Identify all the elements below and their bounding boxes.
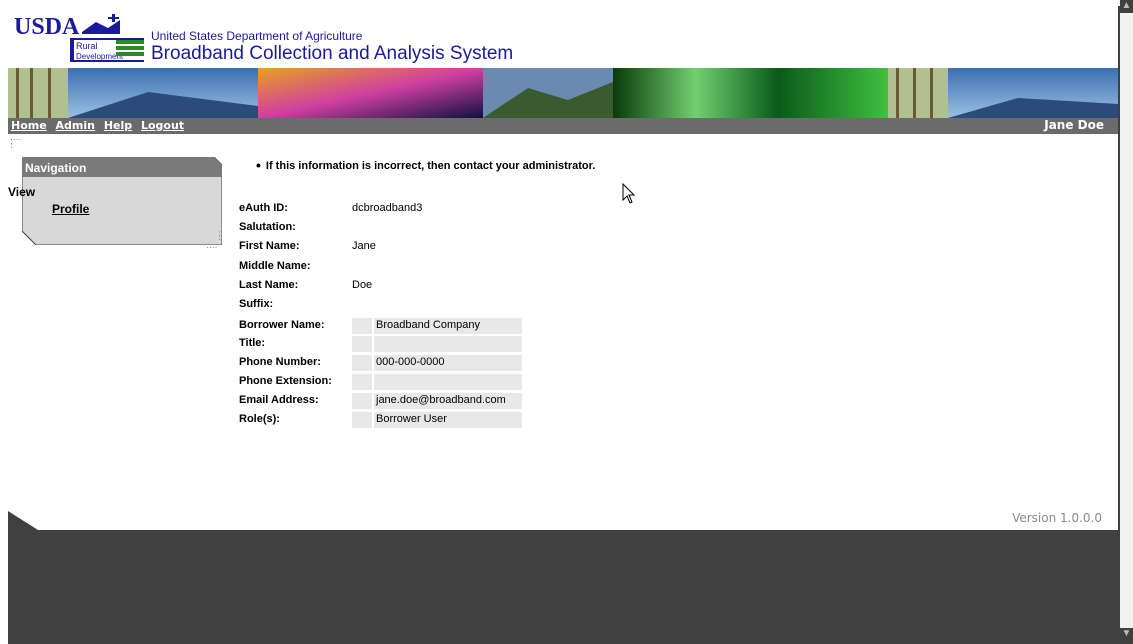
panel-corner-dots-bottom: .... [206,241,218,251]
email-address-label: Email Address: [239,394,319,406]
phone-number-value: 000-000-0000 [376,356,445,368]
table-cell-divider [372,318,374,334]
panel-side-dots: :: [218,229,222,243]
table-cell-divider [372,355,374,371]
navigation-profile-link[interactable]: Profile [52,202,89,216]
salutation-label: Salutation: [239,221,296,233]
borrower-name-value: Broadband Company [376,319,480,331]
email-address-value: jane.doe@broadband.com [376,394,506,406]
department-name: United States Department of Agriculture [151,29,363,43]
scroll-down-arrow-icon[interactable]: ▼ [1120,628,1133,641]
first-name-label: First Name: [239,240,300,252]
nav-home-link[interactable]: Home [11,119,47,132]
borrower-name-label: Borrower Name: [239,319,325,331]
eauth-id-value: dcbroadband3 [352,202,423,214]
roles-label: Role(s): [239,413,280,425]
notice-text: If this information is incorrect, then c… [265,160,596,172]
browser-viewport: USDA Rural Development United States Dep… [8,6,1118,644]
nav-admin-link[interactable]: Admin [56,119,95,132]
system-title: Broadband Collection and Analysis System [151,43,514,64]
arrow-cursor-icon [622,183,636,204]
table-cell-divider [372,336,374,352]
vertical-scrollbar[interactable] [1120,13,1133,628]
middle-name-label: Middle Name: [239,260,311,272]
last-name-value: Doe [352,279,373,291]
first-name-value: Jane [352,240,376,252]
scroll-up-arrow-icon[interactable]: ▲ [1120,0,1133,13]
last-name-label: Last Name: [239,279,299,291]
bullet-icon: • [256,157,261,173]
page-content: USDA Rural Development United States Dep… [8,6,1118,530]
table-cell-divider [372,374,374,390]
top-nav-links: Home Admin Help Logout [11,119,189,132]
site-header: USDA Rural Development United States Dep… [8,6,1118,68]
navigation-section-view: View [8,185,36,199]
page-corner-decoration [8,511,38,530]
nav-help-link[interactable]: Help [104,119,132,132]
header-banner-image [8,68,1118,118]
current-user-name: Jane Doe [1044,118,1104,132]
window-left-edge [0,0,8,644]
panel-corner-dots: ....:: [10,133,22,151]
logo-rural-text: Rural [76,41,98,51]
suffix-label: Suffix: [239,298,274,310]
phone-extension-label: Phone Extension: [239,375,332,387]
table-row-bg [352,374,522,390]
top-nav-bar: Home Admin Help Logout Jane Doe [8,118,1118,134]
usda-logo-icon: USDA Rural Development [12,10,144,64]
phone-number-label: Phone Number: [239,356,321,368]
nav-logout-link[interactable]: Logout [141,119,184,132]
navigation-title: Navigation [25,161,87,175]
roles-value: Borrower User [376,413,447,425]
table-row-bg [352,336,522,352]
eauth-id-label: eAuth ID: [239,202,288,214]
title-label: Title: [239,337,266,349]
version-label: Version 1.0.0.0 [1012,511,1102,525]
table-cell-divider [372,412,374,428]
table-cell-divider [372,393,374,409]
info-notice: • If this information is incorrect, then … [256,157,595,173]
logo-usda-text: USDA [14,14,80,40]
